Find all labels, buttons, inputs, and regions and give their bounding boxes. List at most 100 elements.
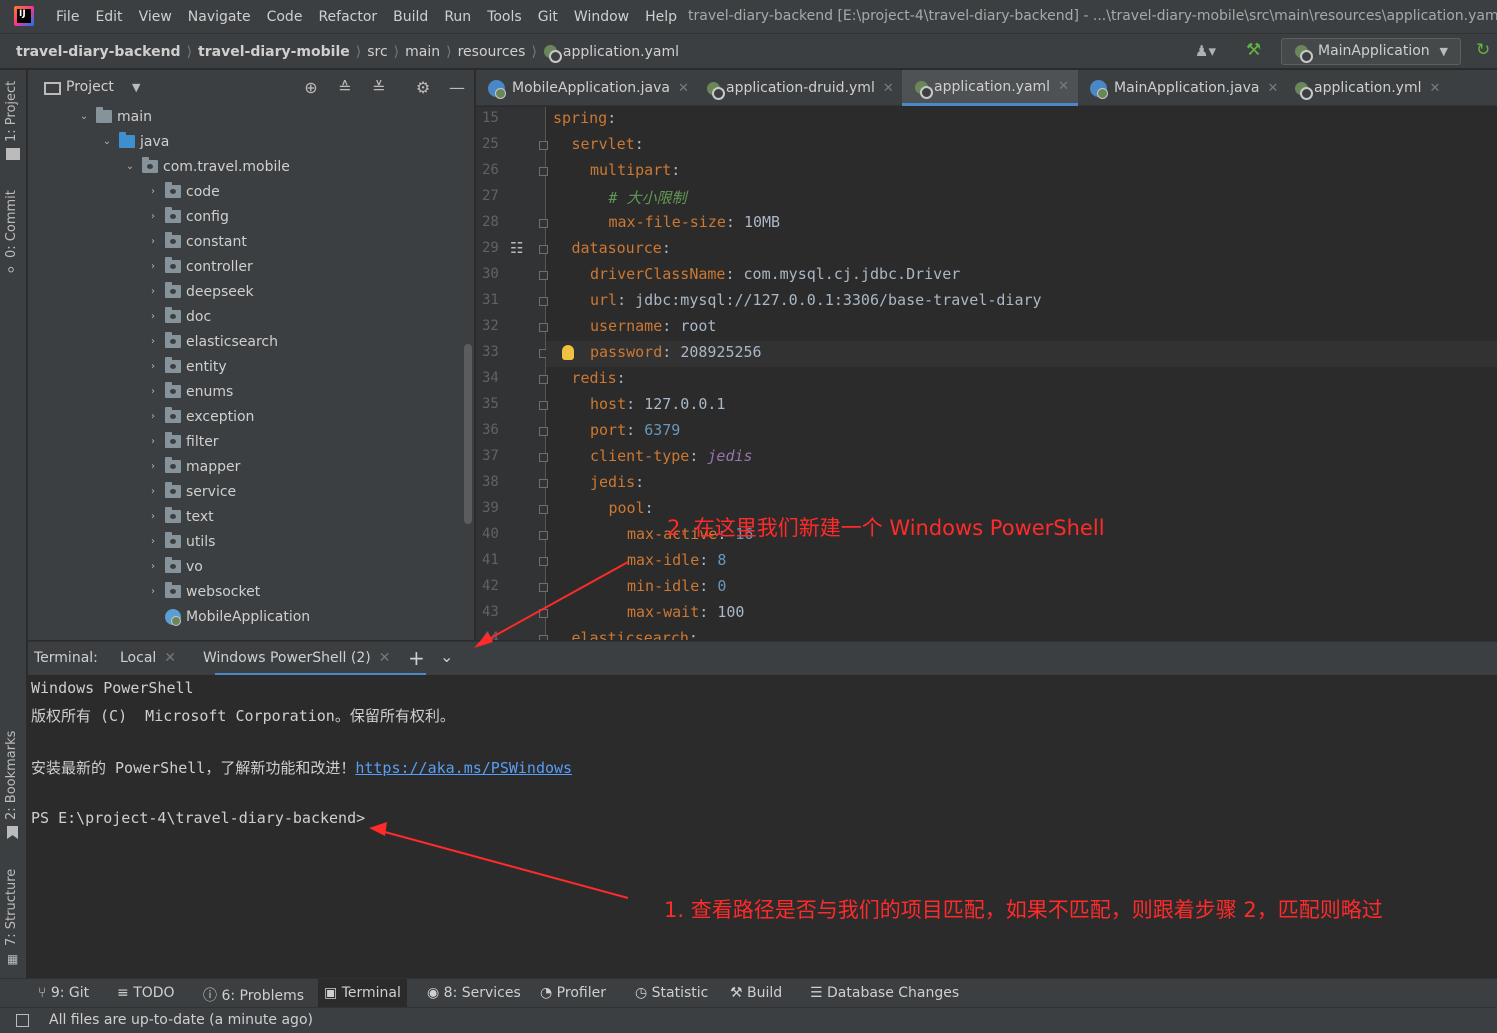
- fold-marker-icon[interactable]: [539, 167, 548, 176]
- fold-marker-icon[interactable]: [539, 479, 548, 488]
- project-panel-title[interactable]: Project: [66, 79, 114, 95]
- fold-marker-icon[interactable]: [539, 557, 548, 566]
- bottom-tool-services[interactable]: ◉ 8: Services: [427, 985, 521, 1001]
- tree-item[interactable]: › doc: [147, 304, 211, 329]
- chevron-right-icon[interactable]: ›: [147, 461, 159, 472]
- chevron-right-icon[interactable]: ›: [147, 186, 159, 197]
- fold-marker-icon[interactable]: [539, 141, 548, 150]
- menu-item-tools[interactable]: Tools: [479, 9, 530, 25]
- menu-item-help[interactable]: Help: [637, 9, 685, 25]
- tree-item[interactable]: › text: [147, 504, 214, 529]
- breadcrumb-item[interactable]: main: [405, 44, 444, 60]
- editor-tab[interactable]: application.yaml ✕: [902, 70, 1078, 106]
- terminal-output[interactable]: Windows PowerShell 版权所有 (C) Microsoft Co…: [28, 675, 1497, 978]
- tree-item[interactable]: › elasticsearch: [147, 329, 278, 354]
- chevron-down-icon[interactable]: ⌄: [124, 161, 136, 172]
- fold-marker-icon[interactable]: [539, 505, 548, 514]
- tree-item[interactable]: › filter: [147, 429, 219, 454]
- tree-item[interactable]: › vo: [147, 554, 203, 579]
- fold-marker-icon[interactable]: [539, 323, 548, 332]
- chevron-right-icon[interactable]: ›: [147, 361, 159, 372]
- menu-item-git[interactable]: Git: [530, 9, 566, 25]
- editor-tab[interactable]: application-druid.yml ✕: [694, 70, 902, 106]
- tree-item[interactable]: › controller: [147, 254, 253, 279]
- chevron-right-icon[interactable]: ›: [147, 336, 159, 347]
- tree-item[interactable]: ⌄ com.travel.mobile: [124, 154, 290, 179]
- tool-tab-commit[interactable]: 0: Commit: [4, 190, 19, 258]
- menu-item-code[interactable]: Code: [259, 9, 311, 25]
- tree-item[interactable]: › entity: [147, 354, 227, 379]
- menu-item-run[interactable]: Run: [436, 9, 479, 25]
- chevron-right-icon[interactable]: ›: [147, 561, 159, 572]
- locate-icon[interactable]: ⊕: [302, 79, 320, 97]
- breadcrumb-item[interactable]: resources: [458, 44, 530, 60]
- fold-marker-icon[interactable]: [539, 297, 548, 306]
- tree-item[interactable]: ⌄ main: [78, 104, 152, 129]
- expand-all-icon[interactable]: ≙: [336, 79, 354, 97]
- powershell-link[interactable]: https://aka.ms/PSWindows: [355, 759, 572, 777]
- menu-item-window[interactable]: Window: [566, 9, 637, 25]
- chevron-right-icon[interactable]: ›: [147, 311, 159, 322]
- chevron-right-icon[interactable]: ›: [147, 586, 159, 597]
- tree-item[interactable]: › config: [147, 204, 229, 229]
- build-hammer-icon[interactable]: ⚒: [1246, 40, 1261, 60]
- layout-toggle-icon[interactable]: [16, 1014, 29, 1027]
- menu-item-view[interactable]: View: [131, 9, 180, 25]
- tree-item[interactable]: › websocket: [147, 579, 260, 604]
- tool-tab-project[interactable]: 1: Project: [4, 81, 19, 142]
- breadcrumb-item[interactable]: src: [367, 44, 391, 60]
- chevron-right-icon[interactable]: ›: [147, 536, 159, 547]
- fold-marker-icon[interactable]: [539, 453, 548, 462]
- tree-item[interactable]: › constant: [147, 229, 247, 254]
- user-icon[interactable]: ♟▾: [1195, 42, 1216, 60]
- run-configuration-select[interactable]: MainApplication ▼: [1281, 38, 1461, 65]
- new-terminal-tab-icon[interactable]: +: [408, 646, 425, 670]
- menu-item-file[interactable]: File: [48, 9, 87, 25]
- fold-marker-icon[interactable]: [539, 401, 548, 410]
- chevron-right-icon[interactable]: ›: [147, 211, 159, 222]
- chevron-right-icon[interactable]: ›: [147, 261, 159, 272]
- chevron-down-icon[interactable]: ▼: [132, 81, 140, 94]
- terminal-tab-local[interactable]: Local ✕: [120, 650, 176, 666]
- fold-marker-icon[interactable]: [539, 375, 548, 384]
- tree-item[interactable]: › code: [147, 179, 220, 204]
- fold-marker-icon[interactable]: [539, 583, 548, 592]
- code-editor[interactable]: 15 25 26 27 28 29 ☷ 30 31 32 33 34 35 36 37 38 39 40 41 42 4…: [476, 107, 1497, 640]
- breadcrumb-item[interactable]: travel-diary-mobile: [198, 44, 354, 60]
- collapse-all-icon[interactable]: ≚: [370, 79, 388, 97]
- bottom-tool-todo[interactable]: ≡ TODO: [117, 985, 175, 1001]
- chevron-down-icon[interactable]: ⌄: [78, 111, 90, 122]
- tree-item[interactable]: › enums: [147, 379, 233, 404]
- tool-tab-bookmarks[interactable]: 2: Bookmarks: [4, 731, 19, 820]
- terminal-tab-powershell[interactable]: Windows PowerShell (2) ✕: [203, 650, 390, 666]
- close-icon[interactable]: ✕: [1430, 81, 1441, 96]
- fold-marker-icon[interactable]: [539, 427, 548, 436]
- lightbulb-icon[interactable]: [562, 345, 574, 360]
- breadcrumb-item[interactable]: application.yaml: [543, 43, 683, 63]
- menu-item-navigate[interactable]: Navigate: [180, 9, 259, 25]
- fold-marker-icon[interactable]: [539, 609, 548, 618]
- tree-item[interactable]: › mapper: [147, 454, 240, 479]
- close-icon[interactable]: ✕: [883, 81, 894, 96]
- editor-tab[interactable]: MobileApplication.java ✕: [476, 70, 694, 106]
- fold-marker-icon[interactable]: [539, 531, 548, 540]
- chevron-right-icon[interactable]: ›: [147, 286, 159, 297]
- tree-item[interactable]: ⌄ java: [101, 129, 169, 154]
- bottom-tool-profiler[interactable]: ◔ Profiler: [540, 985, 606, 1001]
- chevron-right-icon[interactable]: ›: [147, 511, 159, 522]
- tree-item[interactable]: › exception: [147, 404, 254, 429]
- editor-tab[interactable]: application.yml ✕: [1282, 70, 1442, 106]
- bottom-tool-statistic[interactable]: ◷ Statistic: [635, 985, 708, 1001]
- chevron-right-icon[interactable]: ›: [147, 236, 159, 247]
- close-icon[interactable]: ✕: [1058, 79, 1069, 94]
- close-icon[interactable]: ✕: [164, 650, 176, 666]
- bottom-tool-build[interactable]: ⚒ Build: [730, 985, 782, 1001]
- menu-item-refactor[interactable]: Refactor: [310, 9, 385, 25]
- tree-item[interactable]: › service: [147, 479, 236, 504]
- bottom-tool-databasechanges[interactable]: ☰ Database Changes: [810, 985, 959, 1001]
- chevron-right-icon[interactable]: ›: [147, 486, 159, 497]
- chevron-right-icon[interactable]: ›: [147, 436, 159, 447]
- bottom-tool-git[interactable]: ⑂ 9: Git: [38, 985, 89, 1001]
- database-icon[interactable]: ☷: [510, 239, 523, 257]
- breadcrumb-item[interactable]: travel-diary-backend: [16, 44, 185, 60]
